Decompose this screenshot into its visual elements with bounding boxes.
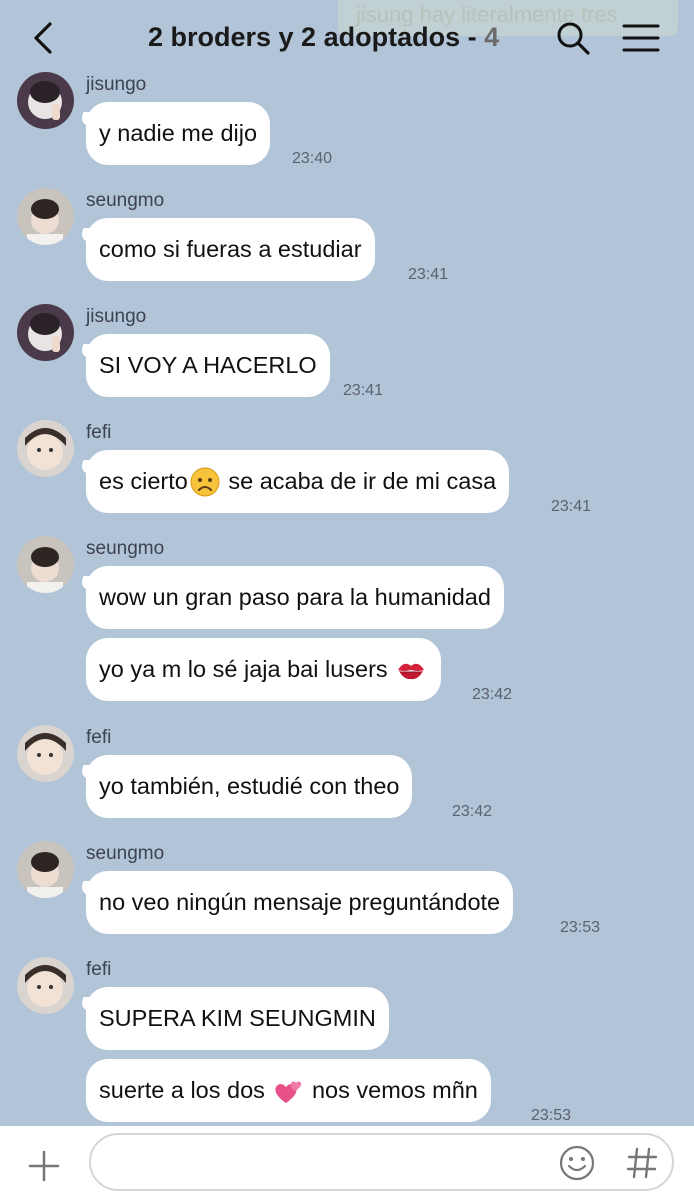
message-time: 23:53: [531, 1107, 572, 1124]
avatar-fefi[interactable]: [17, 420, 74, 477]
message-time: 23:42: [452, 803, 493, 820]
message-bubble[interactable]: no veo ningún mensaje preguntándote: [86, 871, 514, 934]
avatar-seungmo[interactable]: [17, 841, 74, 898]
message-text: yo ya m lo sé jaja bai lusers: [99, 656, 395, 682]
input-bar: [0, 1126, 694, 1200]
message-text: wow un gran paso para la humanidad: [99, 584, 491, 610]
search-button[interactable]: [553, 18, 593, 58]
message-bubble[interactable]: yo ya m lo sé jaja bai lusers: [86, 638, 442, 701]
two-hearts-icon: [275, 1081, 302, 1103]
profile-photo-icon: [17, 72, 74, 129]
sender-name: fefi: [86, 422, 112, 443]
profile-photo-icon: [17, 725, 74, 782]
message-list[interactable]: jisungo y nadie me dijo 23:40 seungmo co…: [0, 72, 694, 1126]
chevron-left-icon: [34, 22, 52, 54]
message-text: yo también, estudié con theo: [99, 773, 400, 799]
message-text: nos vemos mñn: [305, 1077, 478, 1103]
message-time: 23:40: [292, 150, 333, 167]
message-bubble[interactable]: suerte a los dos nos vemos mñn: [86, 1059, 491, 1122]
chat-title[interactable]: 2 broders y 2 adoptados - 4: [148, 22, 499, 53]
sender-name: seungmo: [86, 190, 165, 211]
hashtag-icon: [626, 1147, 658, 1179]
back-button[interactable]: [28, 18, 58, 58]
message-time: 23:41: [343, 382, 384, 399]
message-text: SUPERA KIM SEUNGMIN: [99, 1005, 376, 1031]
message-text: se acaba de ir de mi casa: [221, 468, 497, 494]
message-time: 23:53: [560, 919, 601, 936]
profile-photo-icon: [17, 841, 74, 898]
profile-photo-icon: [17, 957, 74, 1014]
profile-photo-icon: [17, 420, 74, 477]
avatar-jisungo[interactable]: [17, 72, 74, 129]
message-bubble[interactable]: es cierto se acaba de ir de mi casa: [86, 450, 510, 513]
chat-header: jisung hay literalmente tres 2 broders y…: [0, 0, 694, 72]
sender-name: seungmo: [86, 843, 165, 864]
sender-name: jisungo: [86, 74, 147, 95]
profile-photo-icon: [17, 188, 74, 245]
message-bubble[interactable]: SI VOY A HACERLO: [86, 334, 330, 397]
message-bubble[interactable]: y nadie me dijo: [86, 102, 271, 165]
message-bubble[interactable]: yo también, estudié con theo: [86, 755, 413, 818]
sender-name: jisungo: [86, 306, 147, 327]
message-text: y nadie me dijo: [99, 120, 258, 146]
search-icon: [557, 22, 590, 55]
message-time: 23:41: [551, 498, 592, 515]
message-text: suerte a los dos: [99, 1077, 272, 1103]
avatar-fefi[interactable]: [17, 957, 74, 1014]
menu-button[interactable]: [620, 20, 662, 56]
profile-photo-icon: [17, 536, 74, 593]
emoji-button[interactable]: [558, 1144, 596, 1182]
message-text: SI VOY A HACERLO: [99, 352, 317, 378]
message-time: 23:42: [472, 686, 513, 703]
hashtag-button[interactable]: [624, 1144, 660, 1182]
message-bubble[interactable]: SUPERA KIM SEUNGMIN: [86, 987, 389, 1050]
avatar-jisungo[interactable]: [17, 304, 74, 361]
message-text: como si fueras a estudiar: [99, 236, 362, 262]
message-text: es cierto: [99, 468, 188, 494]
group-name: 2 broders y 2 adoptados -: [148, 22, 485, 52]
message-bubble[interactable]: como si fueras a estudiar: [86, 218, 375, 281]
hamburger-menu-icon: [622, 24, 660, 52]
avatar-seungmo[interactable]: [17, 188, 74, 245]
message-text: no veo ningún mensaje preguntándote: [99, 889, 501, 915]
attach-button[interactable]: [24, 1146, 64, 1186]
sender-name: seungmo: [86, 538, 165, 559]
kiss-mark-icon: [398, 663, 425, 679]
member-count: 4: [484, 22, 500, 52]
avatar-fefi[interactable]: [17, 725, 74, 782]
sender-name: fefi: [86, 959, 112, 980]
plus-icon: [28, 1150, 60, 1182]
avatar-seungmo[interactable]: [17, 536, 74, 593]
smiley-icon: [559, 1145, 595, 1181]
message-time: 23:41: [408, 266, 449, 283]
worried-face-icon: [190, 467, 220, 496]
profile-photo-icon: [17, 304, 74, 361]
message-bubble[interactable]: wow un gran paso para la humanidad: [86, 566, 504, 629]
sender-name: fefi: [86, 727, 112, 748]
